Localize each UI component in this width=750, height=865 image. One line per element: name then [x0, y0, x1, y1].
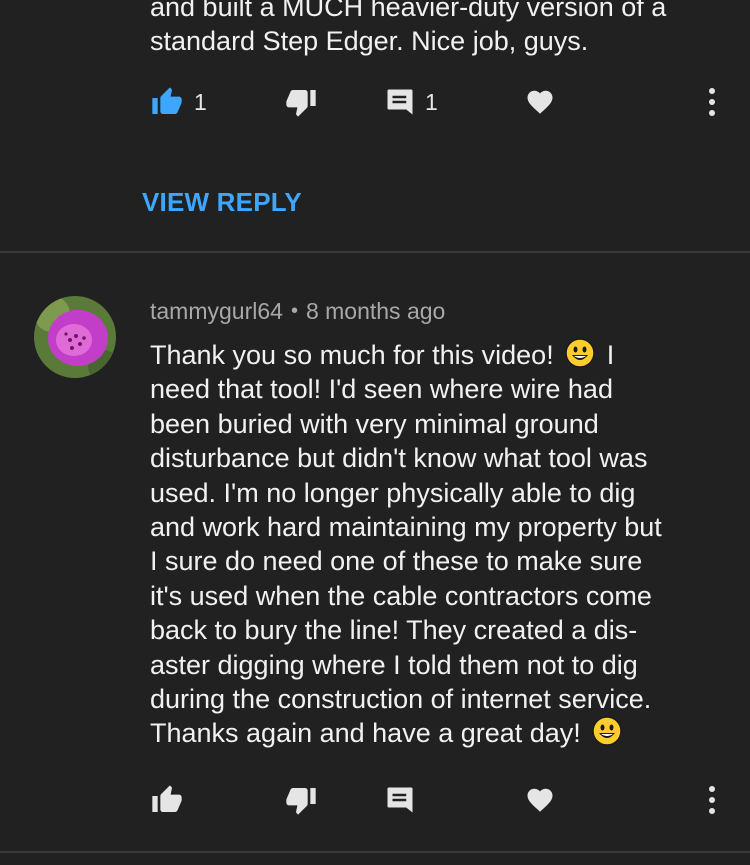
heart-button[interactable]: [524, 82, 556, 122]
reply-comment-icon: [385, 785, 415, 815]
comment-actions: [0, 780, 750, 820]
comment-text-part: Thank you so much for this video!: [150, 340, 562, 370]
heart-button[interactable]: [524, 780, 556, 820]
timestamp[interactable]: 8 months ago: [306, 298, 445, 325]
author-name[interactable]: tammygurl64: [150, 298, 283, 325]
more-options-button[interactable]: [700, 82, 724, 122]
comment-divider: [0, 851, 750, 853]
thumbs-up-icon: [150, 784, 184, 816]
thumbs-down-icon: [284, 784, 318, 816]
heart-icon: [524, 785, 556, 815]
comment-divider: [0, 251, 750, 253]
more-vertical-icon: [700, 85, 724, 119]
grinning-face-emoji: [565, 338, 595, 368]
reply-button[interactable]: [385, 780, 415, 820]
like-count: 1: [194, 88, 207, 115]
like-button[interactable]: [150, 780, 184, 820]
reply-count: 1: [425, 88, 438, 115]
like-button[interactable]: 1: [150, 82, 207, 122]
more-vertical-icon: [700, 783, 724, 817]
avatar[interactable]: [34, 296, 116, 378]
dislike-button[interactable]: [284, 780, 318, 820]
separator-dot: •: [290, 300, 298, 322]
grinning-face-emoji: [592, 716, 623, 747]
thumbs-up-icon: [150, 86, 184, 118]
comment-body: and built a MUCH heavier-duty version of…: [150, 0, 667, 57]
comment-actions: 1 1: [0, 82, 750, 122]
view-reply-link[interactable]: VIEW REPLY: [142, 187, 302, 218]
dislike-button[interactable]: [284, 82, 318, 122]
thumbs-down-icon: [284, 86, 318, 118]
comment-meta: tammygurl64 • 8 months ago: [150, 298, 445, 325]
comment-body: Thank you so much for this video! I need…: [150, 338, 740, 751]
heart-icon: [524, 87, 556, 117]
more-options-button[interactable]: [700, 780, 724, 820]
reply-comment-icon: [385, 87, 415, 117]
reply-button[interactable]: 1: [385, 82, 438, 122]
comment-text-top: and built a MUCH heavier-duty version of…: [150, 0, 730, 60]
comment-text-part: I need that tool! I'd seen where wire ha…: [150, 340, 662, 749]
